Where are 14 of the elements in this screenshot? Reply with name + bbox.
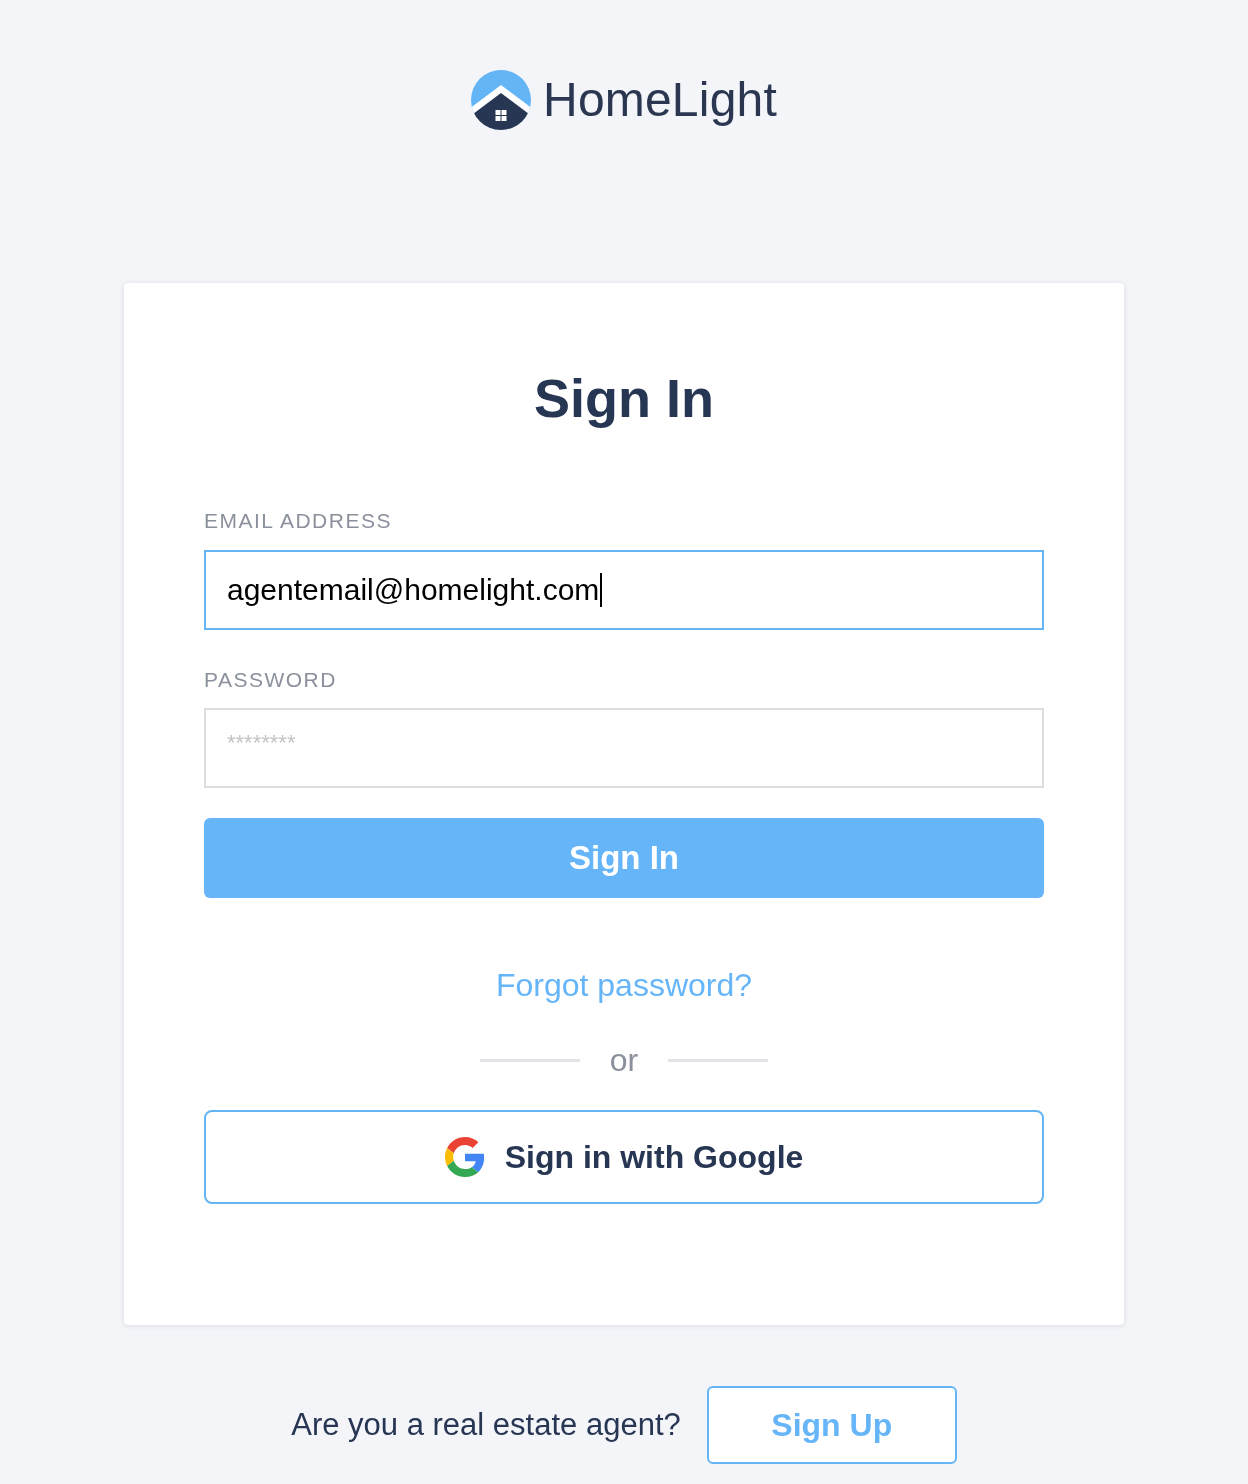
- input-field[interactable]: ********: [204, 708, 1044, 788]
- sign-in-button[interactable]: Sign In: [204, 818, 1044, 898]
- card-title: Sign In: [534, 367, 714, 430]
- input-field[interactable]: agentemail@homelight.com: [204, 550, 1044, 630]
- text-cursor-icon: [600, 573, 603, 607]
- forgot-password-link[interactable]: Forgot password?: [495, 965, 753, 1005]
- sign-up-button[interactable]: Sign Up: [706, 1386, 957, 1464]
- divider-label: or: [609, 1041, 639, 1080]
- agent-prompt-text: Are you a real estate agent?: [291, 1407, 681, 1443]
- field-label: PASSWORD: [204, 667, 337, 693]
- field-label: EMAIL ADDRESS: [204, 508, 392, 534]
- logo-text: HomeLight: [543, 72, 777, 128]
- google-sign-in-button[interactable]: Sign in with Google: [204, 1110, 1044, 1204]
- g-logo-icon: [444, 1137, 485, 1177]
